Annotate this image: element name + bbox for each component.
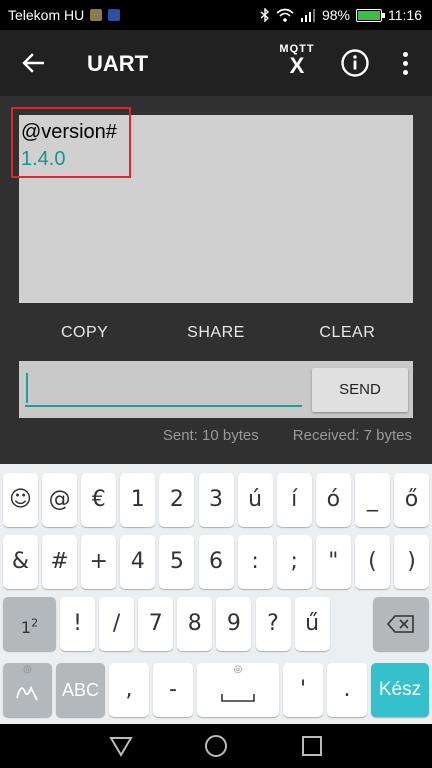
hash-key[interactable]: # bbox=[42, 535, 78, 589]
key-5[interactable]: 5 bbox=[159, 535, 195, 589]
backspace-key[interactable] bbox=[373, 597, 429, 651]
share-button[interactable]: SHARE bbox=[150, 318, 281, 348]
apostrophe-key[interactable]: ' bbox=[283, 663, 323, 717]
slash-key[interactable]: / bbox=[99, 597, 135, 651]
message-icon bbox=[90, 9, 103, 21]
page-switch-key[interactable]: 12 bbox=[3, 597, 56, 651]
key-3[interactable]: 3 bbox=[198, 473, 234, 527]
highlight-box bbox=[11, 107, 131, 178]
copy-button[interactable]: COPY bbox=[19, 318, 150, 348]
text-caret bbox=[26, 373, 28, 403]
received-bytes: Received: 7 bytes bbox=[292, 427, 412, 444]
key-6[interactable]: 6 bbox=[198, 535, 234, 589]
app-bar: UART MQTT X bbox=[0, 30, 432, 96]
info-button[interactable] bbox=[340, 48, 370, 78]
signal-icon bbox=[300, 9, 315, 22]
key-ű[interactable]: ű bbox=[294, 597, 330, 651]
status-bar: Telekom HU 98% 11:16 bbox=[0, 0, 432, 30]
key-ú[interactable]: ú bbox=[237, 473, 273, 527]
abc-key[interactable]: ABC bbox=[56, 663, 105, 717]
input-row: SEND bbox=[19, 361, 413, 418]
key-1[interactable]: 1 bbox=[120, 473, 156, 527]
plus-key[interactable]: + bbox=[81, 535, 117, 589]
close-paren-key[interactable]: ) bbox=[394, 535, 429, 589]
euro-key[interactable]: € bbox=[81, 473, 117, 527]
key-ó[interactable]: ó bbox=[315, 473, 351, 527]
ampersand-key[interactable]: & bbox=[3, 535, 38, 589]
console-actions: COPY SHARE CLEAR bbox=[19, 318, 413, 348]
colon-key[interactable]: : bbox=[237, 535, 273, 589]
send-button[interactable]: SEND bbox=[312, 368, 408, 412]
mqtt-button[interactable]: MQTT X bbox=[275, 43, 319, 83]
page-switch-label: 12 bbox=[20, 617, 39, 638]
wifi-icon bbox=[276, 8, 294, 22]
key-2[interactable]: 2 bbox=[159, 473, 195, 527]
exclamation-key[interactable]: ! bbox=[60, 597, 95, 651]
space-bar-icon bbox=[221, 694, 255, 702]
soft-keyboard: 12 ◎ ABC , - ◎ ' . Kész ☺ @ €1 2 3 ú í ó _ ő & # +4 5… bbox=[0, 464, 432, 724]
back-button[interactable] bbox=[18, 48, 48, 78]
carrier-label: Telekom HU bbox=[8, 7, 85, 23]
sent-bytes: Sent: 10 bytes bbox=[162, 427, 259, 444]
emoji-key[interactable]: ☺ bbox=[3, 473, 38, 527]
handwriting-key[interactable]: ◎ bbox=[3, 663, 52, 717]
page-title: UART bbox=[87, 51, 149, 76]
comma-key[interactable]: , bbox=[109, 663, 149, 717]
bluetooth-icon bbox=[260, 8, 269, 22]
battery-charging-icon bbox=[356, 8, 385, 22]
key-í[interactable]: í bbox=[276, 473, 312, 527]
at-key[interactable]: @ bbox=[42, 473, 78, 527]
backspace-icon bbox=[386, 615, 414, 633]
recents-square-icon bbox=[302, 736, 322, 756]
space-key[interactable]: ◎ bbox=[197, 663, 279, 717]
nav-home-button[interactable] bbox=[203, 734, 229, 758]
nav-back-button[interactable] bbox=[108, 734, 134, 758]
period-key[interactable]: . bbox=[327, 663, 367, 717]
key-9[interactable]: 9 bbox=[216, 597, 252, 651]
handwriting-icon bbox=[15, 685, 38, 701]
done-key[interactable]: Kész bbox=[371, 663, 429, 717]
hyphen-key[interactable]: - bbox=[153, 663, 193, 717]
question-key[interactable]: ? bbox=[255, 597, 291, 651]
back-triangle-icon bbox=[109, 737, 133, 757]
usb-icon bbox=[108, 9, 121, 21]
navigation-bar bbox=[0, 724, 432, 768]
clear-button[interactable]: CLEAR bbox=[282, 318, 413, 348]
nav-recents-button[interactable] bbox=[299, 734, 325, 758]
message-input[interactable] bbox=[25, 369, 302, 407]
more-vert-icon bbox=[402, 51, 408, 57]
quote-key[interactable]: " bbox=[315, 535, 351, 589]
underscore-key[interactable]: _ bbox=[354, 473, 390, 527]
key-8[interactable]: 8 bbox=[177, 597, 213, 651]
back-arrow-icon bbox=[22, 53, 44, 73]
semicolon-key[interactable]: ; bbox=[276, 535, 312, 589]
key-4[interactable]: 4 bbox=[120, 535, 156, 589]
mqtt-x-label: X bbox=[289, 53, 305, 78]
more-options-button[interactable] bbox=[396, 48, 414, 78]
settings-hint-icon: ◎ bbox=[23, 664, 32, 675]
open-paren-key[interactable]: ( bbox=[354, 535, 390, 589]
home-circle-icon bbox=[205, 735, 227, 757]
byte-stats: Sent: 10 bytes Received: 7 bytes bbox=[163, 427, 412, 444]
info-icon bbox=[341, 49, 369, 77]
key-ő[interactable]: ő bbox=[394, 473, 429, 527]
clock: 11:16 bbox=[388, 7, 422, 23]
key-7[interactable]: 7 bbox=[138, 597, 174, 651]
battery-percent: 98% bbox=[321, 7, 350, 23]
settings-hint-icon: ◎ bbox=[233, 664, 243, 675]
